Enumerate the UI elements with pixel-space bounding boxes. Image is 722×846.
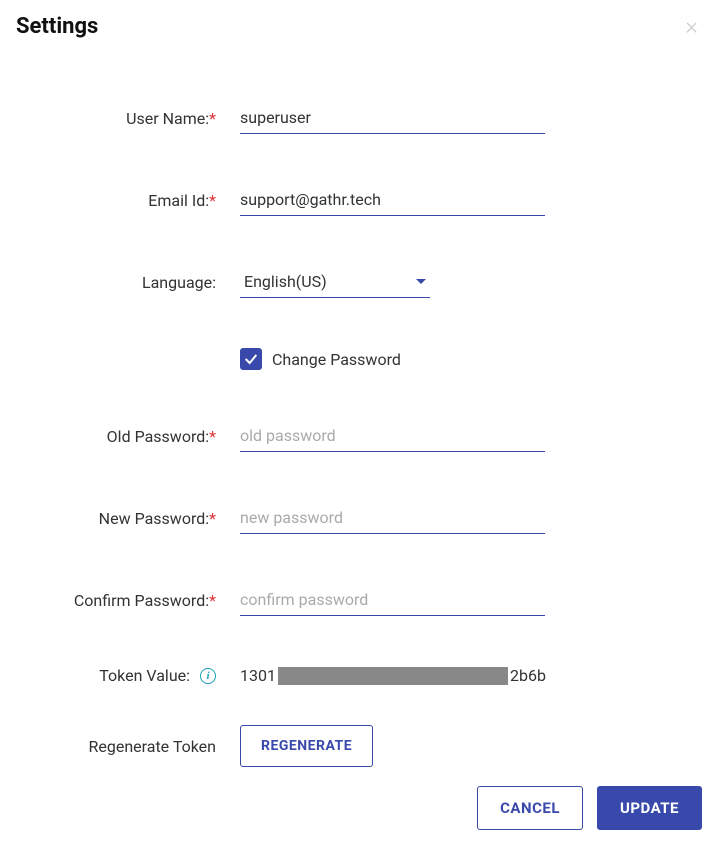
language-label: Language: — [40, 273, 240, 292]
token-value-text: 1301 2b6b — [240, 666, 682, 685]
language-select[interactable]: English(US) — [240, 266, 430, 298]
username-input[interactable] — [240, 102, 545, 134]
old-password-label: Old Password:* — [40, 427, 240, 446]
regenerate-button[interactable]: REGENERATE — [240, 725, 373, 767]
new-password-input[interactable] — [240, 502, 545, 534]
new-password-label: New Password:* — [40, 509, 240, 528]
email-input[interactable] — [240, 184, 545, 216]
token-value-label: Token Value: i — [40, 666, 240, 685]
close-icon[interactable]: × — [677, 10, 706, 42]
change-password-label: Change Password — [272, 350, 401, 369]
cancel-button[interactable]: CANCEL — [477, 786, 583, 830]
update-button[interactable]: UPDATE — [597, 786, 702, 830]
regenerate-label: Regenerate Token — [40, 737, 240, 756]
email-label: Email Id:* — [40, 191, 240, 210]
confirm-password-input[interactable] — [240, 584, 545, 616]
settings-form: User Name:* Email Id:* Language: English… — [0, 52, 722, 767]
confirm-password-label: Confirm Password:* — [40, 591, 240, 610]
old-password-input[interactable] — [240, 420, 545, 452]
token-mask — [278, 667, 508, 685]
info-icon[interactable]: i — [200, 668, 216, 684]
dialog-footer: CANCEL UPDATE — [477, 786, 702, 830]
check-icon — [243, 351, 259, 367]
page-title: Settings — [16, 14, 98, 39]
username-label: User Name:* — [40, 109, 240, 128]
dialog-header: Settings × — [0, 0, 722, 52]
language-value: English(US) — [244, 272, 327, 291]
chevron-down-icon — [416, 279, 426, 284]
change-password-checkbox[interactable] — [240, 348, 262, 370]
